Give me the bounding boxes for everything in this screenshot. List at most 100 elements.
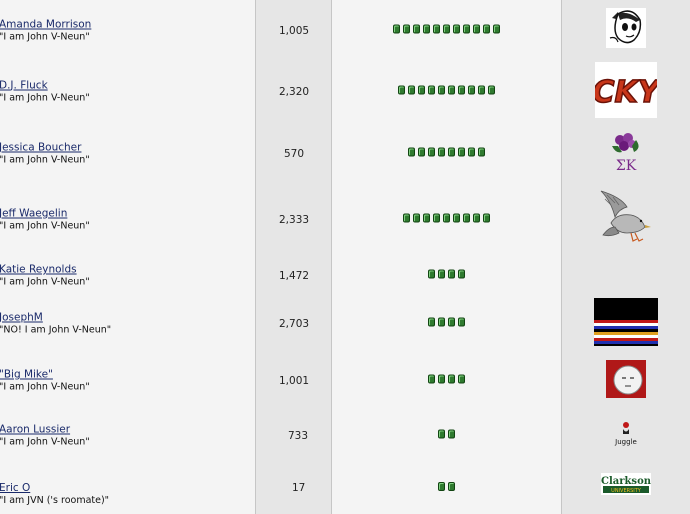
member-title: "I am John V-Neun" — [0, 220, 90, 232]
avatar-cell — [562, 293, 690, 354]
rank-pip-icon — [438, 317, 445, 326]
member-name-cell: Katie Reynolds "I am John V-Neun" — [0, 259, 256, 293]
table-row: Amanda Morrison "I am John V-Neun" 1,005 — [0, 0, 690, 57]
rank-pip-icon — [428, 269, 435, 279]
table-row: JosephM "NO! I am John V-Neun" 2,703 — [0, 293, 690, 355]
rank-pip-icon — [428, 374, 435, 384]
rank-pip-icon — [413, 213, 420, 223]
rank-cell — [332, 293, 562, 354]
member-title: "I am John V-Neun" — [0, 154, 90, 166]
rank-cell — [332, 56, 562, 127]
rank-pip-icon — [458, 317, 465, 326]
rank-pip-icon — [463, 24, 470, 33]
post-count-cell: 570 — [256, 127, 332, 181]
rank-cell — [332, 0, 562, 56]
member-name-link[interactable]: "Big Mike" — [0, 369, 90, 382]
member-name-link[interactable]: Aaron Lussier — [0, 424, 90, 437]
avatar-cell: ΣK — [562, 127, 690, 181]
member-name-cell: Aaron Lussier "I am John V-Neun" — [0, 408, 256, 464]
table-row: Katie Reynolds "I am John V-Neun" 1,472 — [0, 259, 690, 294]
rank-pips — [332, 213, 561, 227]
post-count-cell: 17 — [256, 464, 332, 514]
member-name-link[interactable]: Katie Reynolds — [0, 264, 90, 277]
member-name-cell: D.J. Fluck "I am John V-Neun" — [0, 56, 256, 127]
rank-cell — [332, 181, 562, 259]
table-row: Aaron Lussier "I am John V-Neun" 733 Jug… — [0, 408, 690, 465]
rank-pip-icon — [438, 429, 445, 439]
rank-pip-icon — [393, 24, 400, 33]
rank-pip-icon — [423, 213, 430, 223]
rank-pip-icon — [473, 24, 480, 33]
post-count-cell: 2,333 — [256, 181, 332, 259]
bird-icon — [597, 187, 655, 253]
rank-pip-icon — [468, 147, 475, 157]
post-count: 570 — [284, 148, 305, 160]
clarkson-logo-text: Clarkson — [601, 476, 651, 487]
member-name-link[interactable]: Jessica Boucher — [0, 142, 90, 155]
member-name-link[interactable]: Eric O — [0, 482, 109, 495]
rank-pip-icon — [478, 85, 485, 94]
clarkson-logo-subtext: UNIVERSITY — [611, 488, 642, 494]
juggle-icon: Juggle — [611, 420, 641, 452]
member-title: "I am John V-Neun" — [0, 31, 90, 42]
rank-pip-icon — [443, 24, 450, 33]
rank-pip-icon — [468, 85, 475, 94]
rank-pip-icon — [448, 85, 455, 94]
table-row: D.J. Fluck "I am John V-Neun" 2,320 CKY — [0, 56, 690, 128]
rank-pip-icon — [458, 147, 465, 157]
member-name-cell: Amanda Morrison "I am John V-Neun" — [0, 0, 256, 56]
member-title: "I am John V-Neun" — [0, 92, 90, 103]
table-row: Jeff Waegelin "I am John V-Neun" 2,333 — [0, 181, 690, 260]
member-name-cell: "Big Mike" "I am John V-Neun" — [0, 354, 256, 408]
sigma-kappa-text: ΣK — [616, 158, 637, 174]
member-name-link[interactable]: Jeff Waegelin — [0, 208, 90, 221]
post-count-cell: 2,320 — [256, 56, 332, 127]
rank-pip-icon — [483, 213, 490, 223]
post-count-cell: 1,472 — [256, 259, 332, 293]
rank-pip-icon — [478, 147, 485, 157]
avatar-cell — [562, 354, 690, 408]
rank-pip-icon — [448, 147, 455, 157]
member-name-link[interactable]: D.J. Fluck — [0, 79, 90, 92]
post-count-cell: 1,005 — [256, 0, 332, 56]
rank-pip-icon — [403, 213, 410, 223]
post-count: 733 — [288, 430, 309, 442]
member-title: "I am JVN ('s roomate)" — [0, 495, 110, 506]
post-count: 1,472 — [279, 270, 310, 282]
clarkson-university-logo: Clarkson UNIVERSITY — [601, 473, 652, 499]
table-row: Eric O "I am JVN ('s roomate)" 17 Clarks… — [0, 464, 690, 514]
rank-pips — [332, 147, 561, 161]
rank-pip-icon — [448, 482, 455, 491]
post-count: 2,333 — [279, 214, 310, 226]
striped-flag-icon — [594, 297, 658, 350]
rank-pip-icon — [408, 85, 415, 94]
rank-pips — [332, 374, 561, 388]
member-title: "I am John V-Neun" — [0, 381, 90, 393]
rank-pip-icon — [463, 213, 470, 223]
rank-pip-icon — [493, 24, 500, 33]
rank-pip-icon — [448, 429, 455, 439]
member-name-link[interactable]: JosephM — [0, 311, 111, 324]
rank-pip-icon — [428, 147, 435, 157]
cartoon-face-icon — [606, 7, 646, 52]
post-count: 2,703 — [279, 317, 310, 330]
rank-pip-icon — [418, 85, 425, 94]
rank-pip-icon — [448, 269, 455, 279]
member-title: "I am John V-Neun" — [0, 276, 90, 288]
rank-cell — [332, 354, 562, 408]
avatar-cell — [562, 259, 690, 293]
rank-pip-icon — [438, 147, 445, 157]
table-row: Jessica Boucher "I am John V-Neun" 570 Σ… — [0, 127, 690, 182]
post-count: 17 — [292, 482, 306, 494]
member-name-link[interactable]: Amanda Morrison — [0, 18, 91, 31]
rank-pip-icon — [423, 24, 430, 33]
rank-pip-icon — [448, 317, 455, 326]
rank-pip-icon — [438, 374, 445, 384]
juggle-text: Juggle — [614, 438, 637, 446]
avatar-cell — [562, 181, 690, 259]
rank-pips — [332, 269, 561, 283]
member-name-cell: Jeff Waegelin "I am John V-Neun" — [0, 181, 256, 259]
rank-pip-icon — [433, 213, 440, 223]
rank-pips — [332, 429, 561, 443]
post-count-cell: 1,001 — [256, 354, 332, 408]
